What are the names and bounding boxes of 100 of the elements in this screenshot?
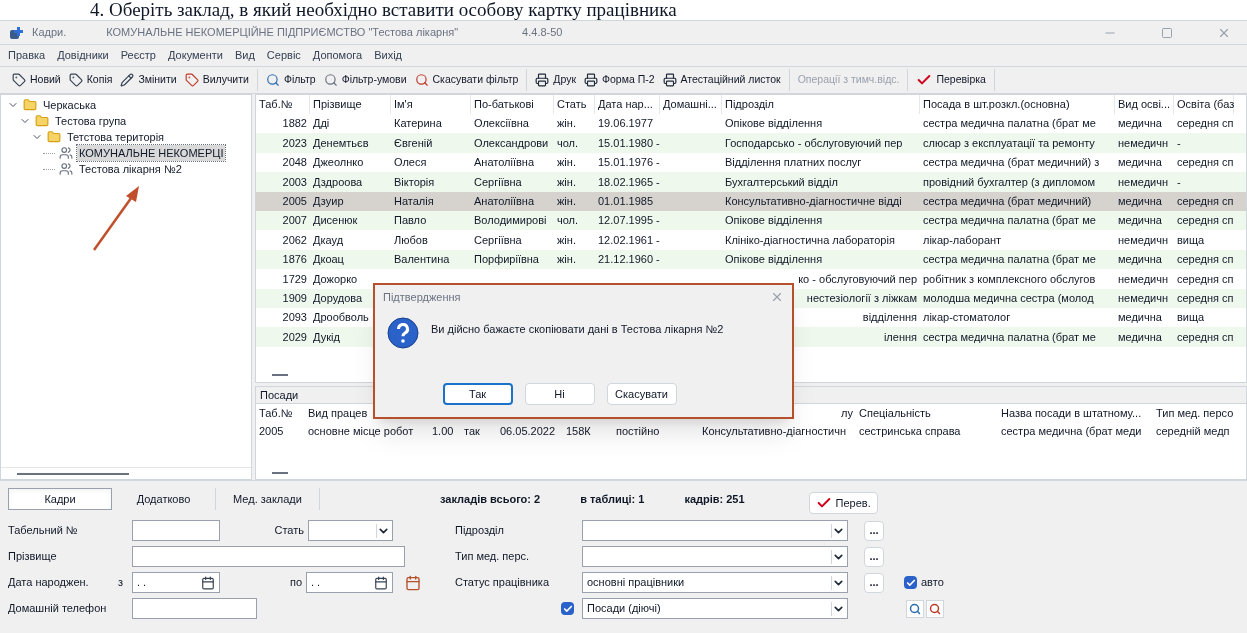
table-cell-text: Бухгалтерський відділ — [725, 174, 838, 190]
table-cell-text: немедичн — [1118, 232, 1168, 248]
table-cell-text: Катерина — [394, 116, 442, 132]
field-label: Дата народжен. — [8, 575, 90, 591]
table-cell-text: сестра медична (брат медичний) — [923, 194, 1092, 209]
table-cell-text: Олексіївна — [474, 116, 529, 132]
table-cell-text: 15.01.1980 - — [598, 135, 660, 151]
document-heading: 4. Оберіть заклад, в який необхідно вставити особову картку працівника — [89, 0, 677, 20]
table-cell-text: середня сп — [1177, 213, 1234, 229]
table-cell-text: медична — [1118, 329, 1162, 345]
table-cell-text: 1876 — [282, 252, 307, 268]
table-cell: 1.00 — [432, 424, 454, 437]
table-cell-text: лікар-лаборант — [923, 232, 1002, 248]
table-cell-text: середня сп — [1177, 116, 1234, 132]
table-cell-text: 12.07.1995 - — [598, 213, 660, 229]
table-cell-text: 1882 — [282, 116, 307, 132]
table-cell-text: медична — [1118, 155, 1162, 171]
table-cell-text: медична — [1118, 252, 1162, 268]
table-cell-text: 12.02.1961 - — [598, 232, 660, 248]
table-cell-text: Анатоліївна — [474, 194, 535, 209]
table-cell: 06.05.2022 — [500, 424, 556, 437]
table-cell-text: Дорудова — [313, 290, 363, 306]
table-cell-text: Дисенюк — [313, 213, 358, 229]
table-cell: 2005 — [259, 424, 284, 437]
table-cell-text: Анатоліївна — [474, 155, 535, 171]
table-cell: постійно — [616, 424, 660, 437]
table-cell-text: жін. — [557, 252, 576, 268]
table-cell-text: 2048 — [282, 155, 307, 171]
table-cell-text: Любов — [394, 232, 428, 248]
table-cell-text: Сергіївна — [474, 174, 522, 190]
summary-count: кадрів: 251 — [684, 491, 745, 507]
field-label: Статус працівника — [455, 575, 550, 591]
table-cell-text: 01.01.1985 — [598, 194, 654, 209]
table-cell-text: Дді — [313, 116, 330, 132]
table-cell: основне місце робот — [308, 424, 414, 437]
version-label: 4.4.8-50 — [522, 25, 563, 41]
table-cell-text: 2062 — [282, 232, 307, 248]
table-cell-text: 19.06.1977 — [598, 116, 654, 132]
table-cell-text: 15.01.1976 - — [598, 155, 660, 171]
table-cell-text: Денемтьєв — [313, 135, 369, 151]
table-cell-text: 2003 — [282, 174, 307, 190]
window-title: КОМУНАЛЬНЕ НЕКОМЕРЦІЙНЕ ПІДПРИЄМСТВО "Тестова лікарня" — [106, 25, 459, 41]
table-cell-text: Дкауд — [313, 232, 344, 248]
table-cell-text: - — [1177, 135, 1181, 151]
table-cell-text: медична — [1118, 194, 1162, 209]
table-cell-text: вища — [1177, 310, 1205, 326]
table-cell-text: медична — [1118, 310, 1162, 326]
field-label: по — [288, 575, 303, 591]
table-cell-text: 1909 — [282, 290, 307, 306]
table-cell-text: сестра медична палатна (брат ме — [923, 329, 1096, 345]
table-cell-text: Павло — [394, 213, 427, 229]
table-cell-text: Володимирові — [474, 213, 547, 229]
table-cell-text: Дзуир — [313, 194, 344, 209]
table-cell-text: ілення — [883, 329, 917, 345]
table-cell: 158К — [566, 424, 591, 437]
app-name: Кадри. — [32, 25, 67, 41]
table-cell-text: середня сп — [1177, 290, 1234, 306]
table-cell-text: 21.12.1960 - — [598, 252, 660, 268]
table-cell-text: Опікове відділення — [725, 252, 823, 268]
table-cell: сестринська справа — [859, 424, 961, 437]
table-cell-text: медична — [1118, 116, 1162, 132]
table-cell-text: немедичн — [1118, 290, 1168, 306]
dialog-message: Ви дійсно бажаєте скопіювати дані в Тестова лікарня №2 — [431, 322, 724, 337]
table-cell-text: сестра медична палатна (брат ме — [923, 252, 1096, 268]
table-cell-text: Олександрови — [474, 135, 549, 151]
table-cell-text: лікар-стоматолог — [923, 310, 1011, 326]
table-cell-text: Євгеній — [394, 135, 433, 151]
table-cell-text: Клініко-діагностична лабораторія — [725, 232, 895, 248]
table-cell-text: медична — [1118, 213, 1162, 229]
table-cell: так — [464, 424, 480, 437]
table-cell-text: 2007 — [282, 213, 307, 229]
table-cell-text: чол. — [557, 213, 579, 229]
table-cell-text: Відділення платних послуг — [725, 155, 862, 171]
table-cell-text: немедичн — [1118, 174, 1168, 190]
table-cell-text: 2093 — [282, 310, 307, 326]
table-cell-text: 2005 — [282, 194, 307, 209]
table-cell-text: Олеся — [394, 155, 427, 171]
dialog-title: Підтвердження — [383, 289, 461, 305]
field-label: Тип мед. перс. — [455, 549, 531, 565]
panel-title: Посади — [260, 387, 299, 403]
table-cell-text: Наталія — [394, 194, 434, 209]
table-cell-text: нестезіології з ліжкам — [806, 290, 917, 306]
table-cell-text: 2023 — [282, 135, 307, 151]
summary-count: закладів всього: 2 — [440, 491, 541, 507]
table-cell-text: ко - обслуговуючий пер — [798, 271, 917, 287]
table-cell-text: жін. — [557, 232, 576, 248]
table-cell-text: провідний бухгалтер (з дипломом — [923, 174, 1096, 190]
table-cell-text: 18.02.1965 - — [598, 174, 660, 190]
summary-count: в таблиці: 1 — [580, 491, 645, 507]
table-cell-text: відділення — [862, 310, 917, 326]
table-cell-text: Дрообволь — [313, 310, 369, 326]
table-cell-text: Опікове відділення — [725, 213, 823, 229]
table-cell-text: 2029 — [282, 329, 307, 345]
table-cell-text: середня сп — [1177, 155, 1234, 171]
table-cell-text: Дукід — [313, 329, 340, 345]
table-cell-text: жін. — [557, 116, 576, 132]
table-cell-text: слюсар з експлуатації та ремонту — [923, 135, 1095, 151]
table-cell-text: Опікове відділення — [725, 116, 823, 132]
table-cell-text: сестра медична (брат медичний) з — [923, 155, 1100, 171]
table-cell-text: немедичн — [1118, 135, 1168, 151]
